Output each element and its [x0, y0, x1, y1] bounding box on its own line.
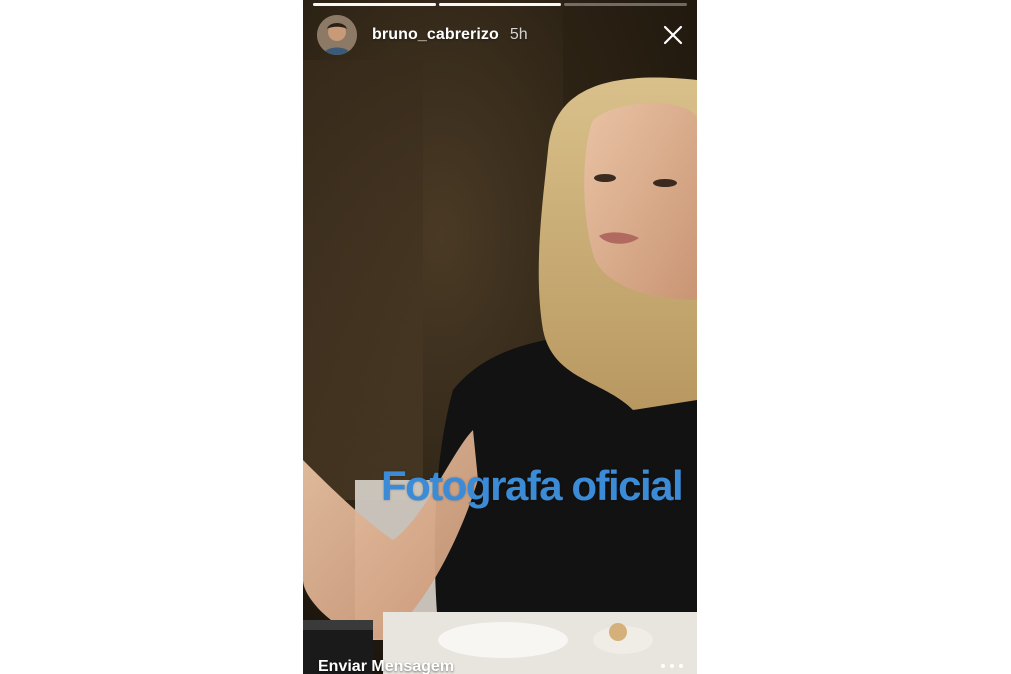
more-horizontal-icon	[679, 664, 683, 668]
story-progress-bars	[313, 3, 688, 6]
more-options-button[interactable]	[661, 660, 683, 672]
close-icon	[663, 25, 683, 45]
close-button[interactable]	[661, 23, 685, 47]
progress-segment	[313, 3, 436, 6]
story-footer: Enviar Mensagem	[303, 652, 697, 674]
progress-fill	[438, 3, 562, 6]
progress-segment	[564, 3, 688, 6]
story-caption-text: Fotografa oficial	[381, 462, 684, 509]
page: bruno_cabrerizo 5h Fotografa oficial Env…	[0, 0, 1011, 674]
story-photo	[303, 0, 697, 674]
story-viewer[interactable]: bruno_cabrerizo 5h Fotografa oficial Env…	[303, 0, 697, 674]
more-horizontal-icon	[661, 664, 665, 668]
more-horizontal-icon	[670, 664, 674, 668]
send-message-input[interactable]: Enviar Mensagem	[318, 658, 454, 674]
story-header: bruno_cabrerizo 5h	[317, 14, 685, 56]
avatar-photo-icon	[317, 15, 357, 55]
username[interactable]: bruno_cabrerizo	[372, 26, 499, 44]
story-timestamp: 5h	[509, 26, 528, 43]
progress-segment	[438, 3, 562, 6]
progress-fill	[313, 3, 436, 6]
user-avatar[interactable]	[317, 15, 357, 55]
